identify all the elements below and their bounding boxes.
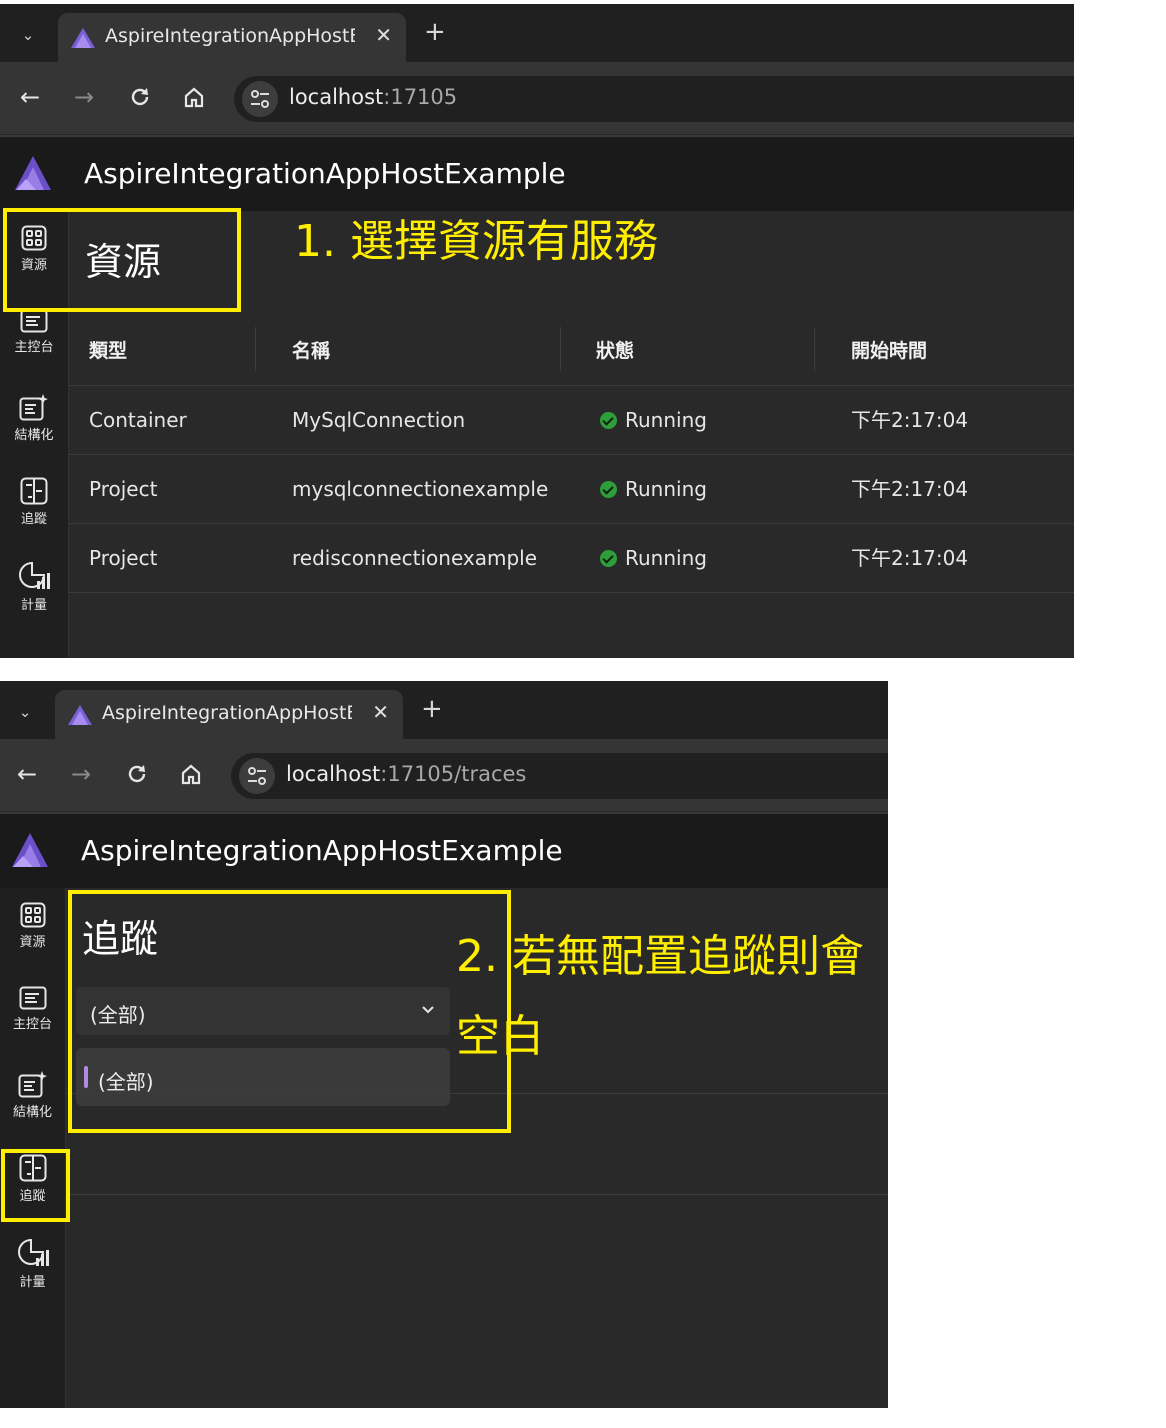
close-tab-icon[interactable]: ✕	[375, 23, 392, 47]
column-header-start-time[interactable]: 開始時間	[851, 317, 927, 385]
site-settings-icon[interactable]	[239, 758, 275, 794]
site-settings-icon[interactable]	[242, 81, 278, 117]
browser-tab[interactable]: AspireIntegrationAppHostExa ✕	[58, 13, 406, 62]
forward-arrow-icon[interactable]: →	[74, 84, 94, 110]
check-circle-icon	[600, 412, 617, 429]
highlight-box-traces-filter	[68, 890, 511, 1133]
traces-icon	[20, 477, 48, 505]
aspire-logo-icon	[12, 833, 48, 867]
aspire-logo-icon	[68, 705, 92, 725]
home-icon[interactable]	[183, 86, 205, 108]
sidebar-item-console[interactable]: 主控台	[0, 972, 65, 1052]
close-tab-icon[interactable]: ✕	[372, 700, 389, 724]
tab-search-chevron-icon[interactable]: ⌄	[12, 20, 44, 50]
table-row[interactable]: Container MySqlConnection Running 下午2:17…	[69, 386, 1074, 455]
aspire-logo-icon	[71, 28, 95, 48]
highlight-box-resources	[3, 208, 241, 312]
status-cell: Running	[600, 386, 707, 454]
sidebar-item-structured[interactable]: 結構化	[0, 1056, 65, 1136]
new-tab-button[interactable]: +	[424, 18, 446, 46]
resources-table: 類型 名稱 狀態 開始時間 Container MySqlConnection …	[69, 317, 1074, 593]
grid-icon	[20, 902, 45, 928]
structured-log-icon	[18, 1071, 47, 1098]
sidebar-item-resources[interactable]: 資源	[0, 888, 65, 968]
column-header-state[interactable]: 狀態	[596, 317, 634, 385]
structured-log-icon	[19, 394, 48, 421]
app-header: AspireIntegrationAppHostExample	[0, 812, 888, 890]
home-icon[interactable]	[180, 763, 202, 785]
sidebar-item-structured[interactable]: 結構化	[0, 379, 68, 459]
new-tab-button[interactable]: +	[421, 695, 443, 723]
tab-title: AspireIntegrationAppHostExa	[102, 702, 352, 724]
check-circle-icon	[600, 550, 617, 567]
tab-search-chevron-icon[interactable]: ⌄	[9, 697, 41, 727]
browser-toolbar: ← → localhost:17105	[0, 62, 1074, 134]
app-title: AspireIntegrationAppHostExample	[84, 157, 566, 190]
browser-tabstrip: ⌄ AspireIntegrationAppHostExa ✕ +	[0, 4, 1074, 62]
status-cell: Running	[600, 524, 707, 592]
check-circle-icon	[600, 481, 617, 498]
forward-arrow-icon[interactable]: →	[71, 761, 91, 787]
tab-title: AspireIntegrationAppHostExa	[105, 25, 355, 47]
app-title: AspireIntegrationAppHostExample	[81, 834, 563, 867]
browser-toolbar: ← → localhost:17105/traces	[0, 739, 888, 811]
screenshot-traces: ⌄ AspireIntegrationAppHostExa ✕ + ← → lo…	[0, 681, 888, 1408]
annotation-step2-line1: 2. 若無配置追蹤則會	[456, 931, 864, 982]
table-header-row: 類型 名稱 狀態 開始時間	[69, 317, 1074, 386]
url-text[interactable]: localhost:17105	[289, 85, 457, 109]
browser-tab[interactable]: AspireIntegrationAppHostExa ✕	[55, 690, 403, 739]
sidebar: 資源 主控台 結構化 追蹤 計量	[0, 888, 66, 1408]
browser-tabstrip: ⌄ AspireIntegrationAppHostExa ✕ +	[0, 681, 888, 739]
sidebar-item-metrics[interactable]: 計量	[0, 1224, 65, 1304]
back-arrow-icon[interactable]: ←	[20, 84, 40, 110]
url-text[interactable]: localhost:17105/traces	[286, 762, 526, 786]
address-bar[interactable]: localhost:17105/traces	[231, 753, 888, 799]
column-header-type[interactable]: 類型	[89, 317, 127, 385]
metrics-icon	[19, 561, 50, 589]
annotation-step2-line2: 空白	[456, 1011, 544, 1062]
column-header-name[interactable]: 名稱	[292, 317, 330, 385]
screenshot-resources: ⌄ AspireIntegrationAppHostExa ✕ + ← → lo…	[0, 4, 1074, 658]
table-row[interactable]: Project mysqlconnectionexample Running 下…	[69, 455, 1074, 524]
reload-icon[interactable]	[129, 86, 151, 108]
sidebar-item-traces[interactable]: 追蹤	[0, 463, 68, 543]
address-bar[interactable]: localhost:17105	[234, 76, 1074, 122]
annotation-step1: 1. 選擇資源有服務	[294, 216, 658, 267]
reload-icon[interactable]	[126, 763, 148, 785]
status-cell: Running	[600, 455, 707, 523]
metrics-icon	[17, 1238, 49, 1266]
table-row[interactable]: Project redisconnectionexample Running 下…	[69, 524, 1074, 593]
console-icon	[20, 309, 48, 333]
console-icon	[19, 986, 46, 1010]
sidebar-item-metrics[interactable]: 計量	[0, 547, 68, 627]
back-arrow-icon[interactable]: ←	[17, 761, 37, 787]
aspire-logo-icon	[15, 156, 51, 190]
highlight-box-traces-nav	[1, 1149, 70, 1222]
